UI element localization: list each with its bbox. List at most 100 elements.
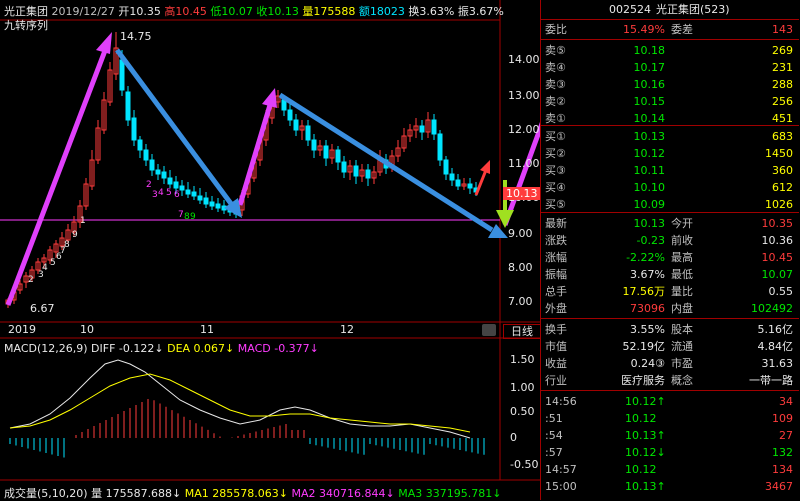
candle-body (173, 181, 179, 189)
stock-full-name: 光正集团(523) (656, 3, 730, 16)
trend-arrow-head-up-2 (262, 88, 277, 108)
nine-seq-label: 8 (64, 240, 70, 250)
bar-volume: 量175588 (302, 5, 356, 18)
weibi-label: 委比 (545, 23, 567, 36)
price-tick-label: 7.00 (508, 295, 533, 308)
stats-value: 73096 (630, 302, 665, 315)
nine-seq-label: 5 (166, 188, 172, 198)
stats-value: 102492 (751, 302, 793, 315)
candle-body (353, 165, 359, 177)
macd-tick-label: 0.50 (510, 405, 535, 418)
volume-ma1: MA1 285578.063↓ (184, 487, 288, 500)
period-tab-daily[interactable]: 日线 (503, 324, 541, 339)
tick-row: 15:00 10.13↑ 3467 (545, 477, 799, 496)
candle-body (311, 139, 317, 151)
low-price-label: 6.67 (30, 302, 55, 315)
nine-seq-label: 8 (184, 212, 190, 222)
candle-body (287, 109, 293, 121)
bar-turnover: 换3.63% (408, 5, 455, 18)
macd-diff-line (9, 359, 471, 439)
candle-body (209, 201, 215, 207)
weicha-value: 143 (772, 23, 793, 36)
candle-body (137, 139, 143, 151)
candle-body (119, 59, 125, 91)
candle-body (335, 149, 341, 163)
divider (541, 318, 799, 319)
price-tick-label: 8.00 (508, 261, 533, 274)
candlesticks (5, 32, 479, 308)
candle-body (167, 177, 173, 185)
nine-seq-label: 9 (190, 212, 196, 222)
trend-arrow-head-up-1 (96, 32, 112, 54)
candle-body (437, 133, 443, 161)
weibi-value: 15.49% (623, 23, 665, 36)
stats-label: 内盘 (671, 302, 693, 315)
small-green-arrow-head (496, 210, 514, 228)
stats-row: 外盘 73096 内盘 102492 (541, 299, 799, 318)
scroll-handle[interactable] (482, 324, 496, 336)
candle-body (185, 189, 191, 195)
date-tick-label: 12 (340, 323, 354, 336)
candle-body (149, 159, 155, 171)
candle-body (455, 179, 461, 187)
nine-seq-label: 1 (80, 216, 86, 226)
indicator-name[interactable]: 九转序列 (4, 17, 48, 33)
macd-histogram (9, 399, 485, 458)
nine-seq-label: 4 (158, 188, 164, 198)
candle-body (449, 173, 455, 181)
nine-seq-label: 3 (152, 190, 158, 200)
macd-header: MACD(12,26,9) DIFF -0.122↓ DEA 0.067↓ MA… (4, 342, 319, 355)
volume-ma3: MA3 337195.781↓ (398, 487, 502, 500)
bar-date: 2019/12/27 (51, 5, 115, 18)
weibi-row: 委比 15.49% 委差 143 (541, 20, 799, 39)
fund-label: 行业 (545, 374, 567, 387)
divider (541, 390, 799, 391)
divider (541, 39, 799, 40)
nine-seq-label: 5 (50, 258, 56, 268)
candle-body (467, 183, 473, 189)
fund-value: 医疗服务 (621, 374, 665, 387)
candle-body (281, 99, 287, 111)
candle-body (203, 197, 209, 205)
trend-arrow-up-1 (5, 47, 109, 306)
macd-tick-label: 0 (510, 431, 517, 444)
nine-seq-label: 4 (42, 263, 48, 273)
macd-diff-value: DIFF -0.122↓ (91, 342, 164, 355)
divider (541, 212, 799, 213)
candle-body (365, 169, 371, 179)
candle-body (341, 161, 347, 173)
candle-body (431, 119, 437, 135)
candle-body (305, 125, 311, 141)
chart-header: 光正集团 2019/12/27 开10.35 高10.45 低10.07 收10… (4, 3, 504, 19)
stock-code: 002524 (609, 3, 651, 16)
nine-seq-label: 2 (146, 180, 152, 190)
nine-seq-label: 9 (72, 230, 78, 240)
candle-body (125, 91, 131, 121)
price-tick-label: 12.00 (508, 123, 540, 136)
candle-body (155, 169, 161, 175)
nine-seq-label: 6 (174, 190, 180, 200)
candle-body (161, 171, 167, 179)
macd-lines (9, 359, 485, 458)
macd-tick-label: 1.00 (510, 381, 535, 394)
divider (541, 125, 799, 126)
small-red-arrow (474, 169, 488, 196)
candle-body (293, 119, 299, 131)
bar-low: 低10.07 (210, 5, 253, 18)
kline-chart[interactable] (0, 0, 540, 500)
weicha-label: 委差 (671, 23, 693, 36)
tick-time: 15:00 (545, 480, 577, 493)
stats-label: 外盘 (545, 302, 567, 315)
volume-value: 量 175587.688↓ (91, 487, 182, 500)
candle-body (197, 195, 203, 201)
trend-arrow-down-2 (278, 92, 494, 233)
fund-value: 一带一路 (749, 374, 793, 387)
bar-close: 收10.13 (256, 5, 299, 18)
macd-value: MACD -0.377↓ (237, 342, 319, 355)
date-tick-label: 2019 (8, 323, 36, 336)
candle-body (131, 117, 137, 141)
bar-amount: 额18023 (358, 5, 405, 18)
current-price-tag: 10.13 (503, 187, 541, 200)
candle-body (143, 149, 149, 161)
bar-amplitude: 振3.67% (457, 5, 504, 18)
